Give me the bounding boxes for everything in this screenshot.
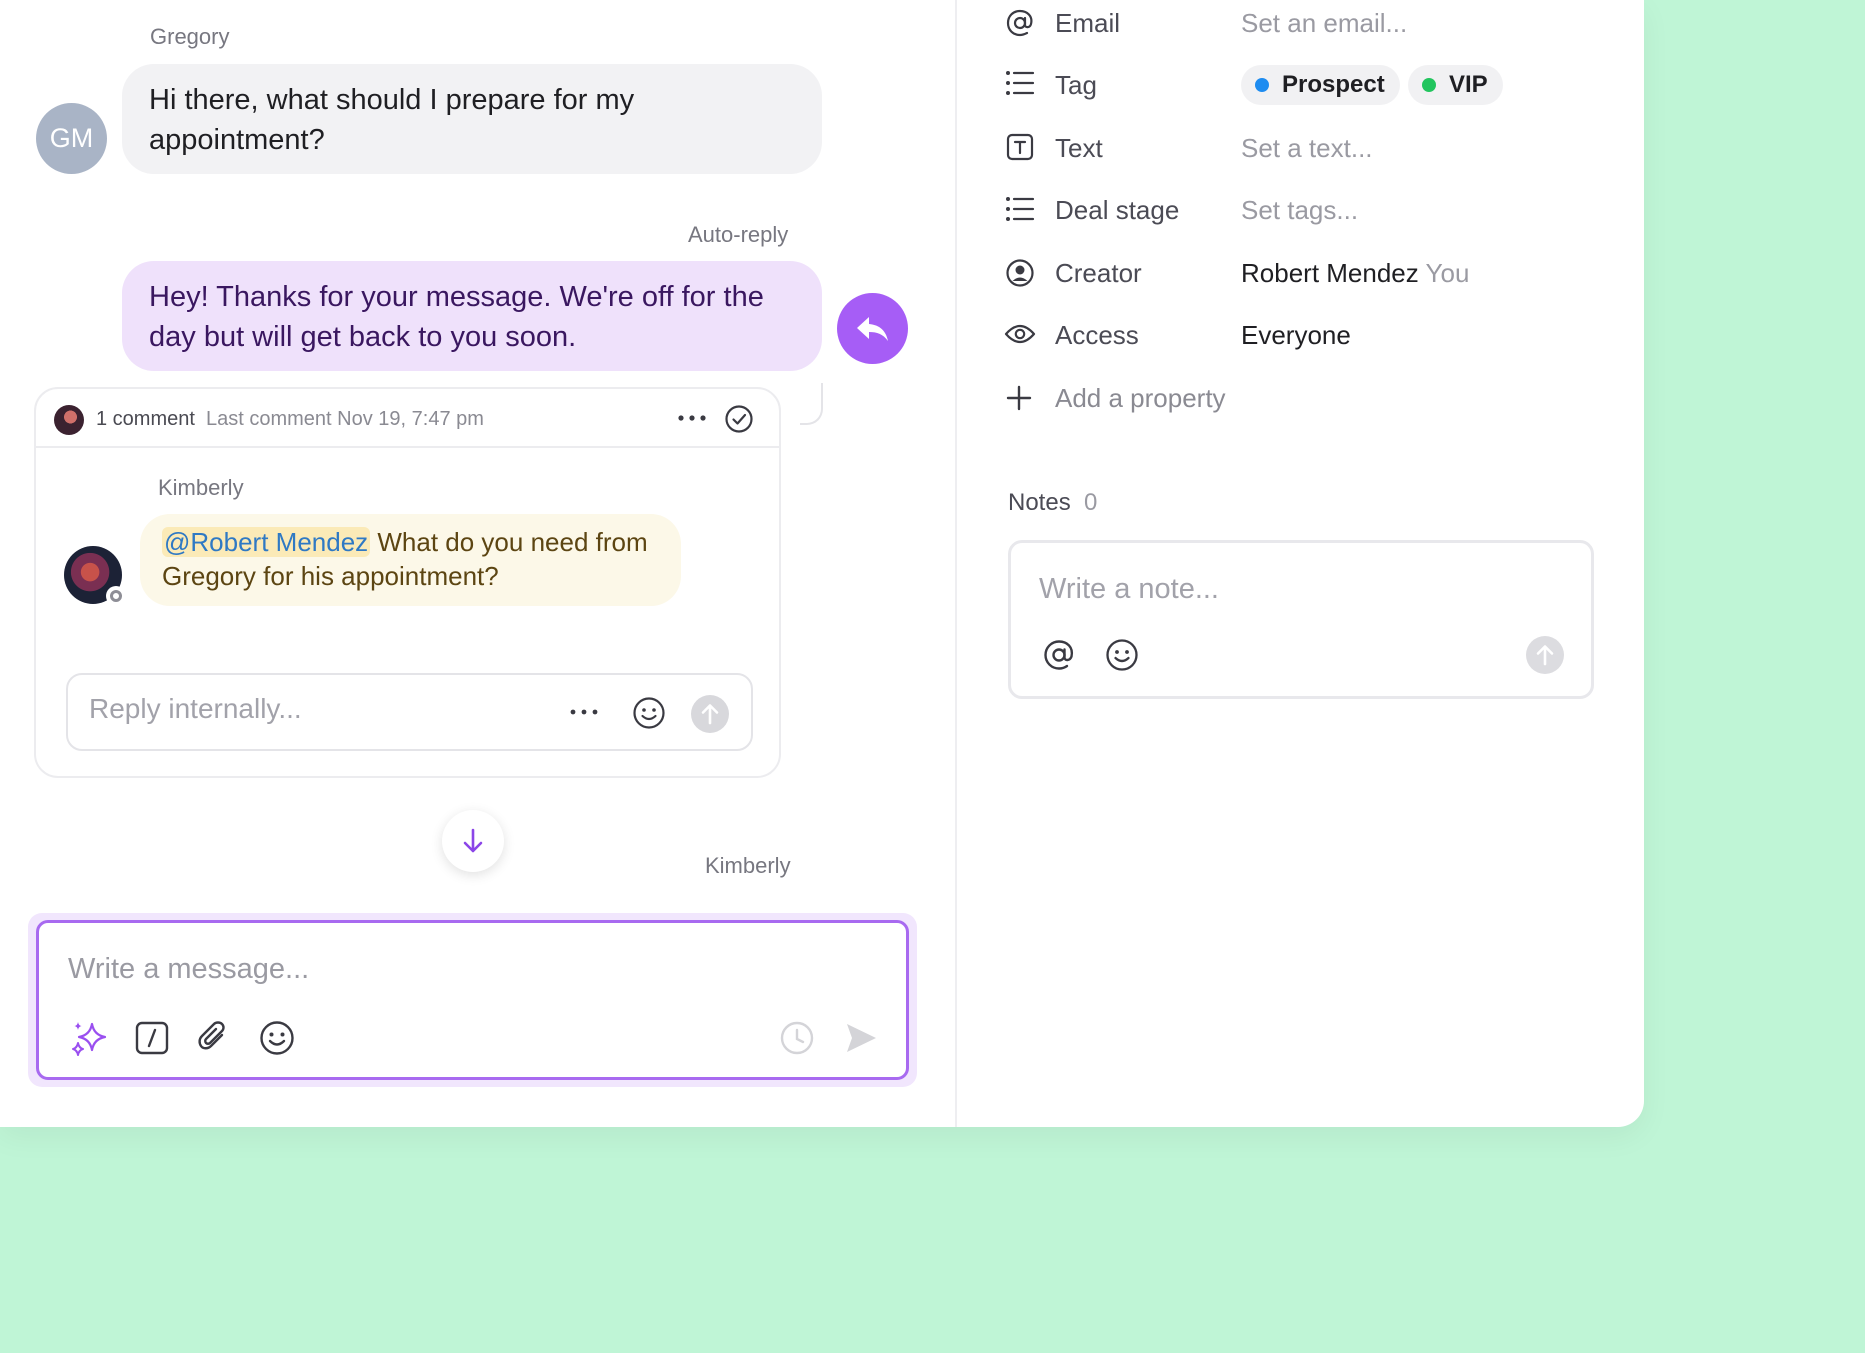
message-composer[interactable]: Write a message... xyxy=(36,920,909,1080)
list-icon xyxy=(1006,71,1035,95)
property-tag-label: Tag xyxy=(1055,70,1097,100)
eye-icon xyxy=(1004,324,1036,344)
property-deal-stage-label: Deal stage xyxy=(1055,195,1180,225)
property-access-label: Access xyxy=(1055,320,1139,350)
creator-value: Robert Mendez You xyxy=(1241,258,1469,289)
avatar xyxy=(54,405,84,435)
reply-more-button[interactable] xyxy=(569,702,599,722)
send-icon xyxy=(847,1024,876,1052)
tag-color-dot xyxy=(1422,78,1436,92)
property-text-label: Text xyxy=(1055,133,1103,163)
arrow-up-circle-icon xyxy=(1526,636,1564,674)
at-icon xyxy=(1044,640,1074,670)
emoji-icon xyxy=(260,1021,294,1055)
ai-assist-button[interactable] xyxy=(70,1019,110,1059)
property-tag-icon xyxy=(1005,70,1035,96)
comment-message: @Robert Mendez What do you need from Gre… xyxy=(140,514,681,606)
reply-placeholder: Reply internally... xyxy=(89,693,302,724)
notes-count: 0 xyxy=(1084,489,1098,516)
text-icon xyxy=(1006,133,1034,161)
email-field[interactable]: Set an email... xyxy=(1241,8,1407,39)
mention-robert-mendez[interactable]: @Robert Mendez xyxy=(162,527,371,557)
at-icon xyxy=(1006,9,1033,37)
property-email-label: Email xyxy=(1055,8,1121,38)
more-options-button[interactable] xyxy=(676,406,708,430)
reply-internally-input[interactable]: Reply internally... xyxy=(66,673,753,751)
more-horizontal-icon xyxy=(570,709,598,715)
comment-thread: 1 comment Last comment Nov 19, 7:47 pm K… xyxy=(34,387,781,778)
thread-header: 1 comment Last comment Nov 19, 7:47 pm xyxy=(36,389,779,448)
property-access-icon xyxy=(1004,322,1036,346)
last-comment-time: Last comment Nov 19, 7:47 pm xyxy=(206,408,484,430)
reply-emoji-button[interactable] xyxy=(632,696,666,730)
tag-label: VIP xyxy=(1449,71,1488,98)
status-indicator xyxy=(106,586,126,606)
plus-icon xyxy=(1006,385,1032,411)
reply-send-button[interactable] xyxy=(691,695,729,733)
note-mention-button[interactable] xyxy=(1042,638,1076,672)
composer-placeholder: Write a message... xyxy=(68,953,310,985)
avatar[interactable]: GM xyxy=(36,103,107,174)
resolve-button[interactable] xyxy=(724,404,754,434)
incoming-message: Hi there, what should I prepare for my a… xyxy=(122,64,822,174)
sender-name-gregory: Gregory xyxy=(150,24,230,49)
note-placeholder: Write a note... xyxy=(1039,573,1219,605)
add-property-button[interactable] xyxy=(1005,384,1033,412)
creator-name[interactable]: Robert Mendez xyxy=(1241,258,1419,288)
comment-count: 1 comment xyxy=(96,408,195,430)
auto-reply-message: Hey! Thanks for your message. We're off … xyxy=(122,261,822,371)
creator-you-badge: You xyxy=(1425,258,1470,288)
property-text-icon xyxy=(1006,133,1034,161)
note-input[interactable]: Write a note... xyxy=(1008,540,1594,699)
auto-reply-label: Auto-reply xyxy=(688,222,789,247)
tag-prospect[interactable]: Prospect xyxy=(1241,65,1400,105)
sparkles-icon xyxy=(72,1022,107,1056)
thread-connector xyxy=(800,383,823,425)
property-creator-icon xyxy=(1005,258,1035,288)
slash-command-button[interactable] xyxy=(135,1021,169,1055)
property-email-icon xyxy=(1005,8,1035,38)
deal-stage-field[interactable]: Set tags... xyxy=(1241,195,1358,226)
tag-color-dot xyxy=(1255,78,1269,92)
more-horizontal-icon xyxy=(678,415,706,421)
note-send-button[interactable] xyxy=(1526,636,1564,674)
tag-vip[interactable]: VIP xyxy=(1408,65,1503,105)
schedule-button[interactable] xyxy=(779,1020,815,1056)
reply-arrow-icon xyxy=(856,316,888,341)
notes-heading: Notes 0 xyxy=(1008,489,1097,517)
note-emoji-button[interactable] xyxy=(1105,638,1139,672)
notes-title: Notes xyxy=(1008,489,1071,516)
attach-button[interactable] xyxy=(197,1020,231,1056)
text-field[interactable]: Set a text... xyxy=(1241,133,1373,164)
clock-icon xyxy=(780,1021,814,1055)
user-circle-icon xyxy=(1006,259,1034,287)
send-button[interactable] xyxy=(844,1021,878,1055)
scroll-to-bottom-button[interactable] xyxy=(442,810,504,872)
arrow-up-circle-icon xyxy=(691,695,729,733)
access-value[interactable]: Everyone xyxy=(1241,320,1351,351)
typing-user-name: Kimberly xyxy=(705,853,791,878)
slash-command-icon xyxy=(135,1021,169,1055)
panel-divider xyxy=(955,0,957,1127)
auto-reply-button[interactable] xyxy=(837,293,908,364)
property-deal-stage-icon xyxy=(1005,196,1035,222)
emoji-icon xyxy=(1106,639,1138,671)
property-creator-label: Creator xyxy=(1055,258,1142,288)
emoji-button[interactable] xyxy=(259,1020,295,1056)
check-circle-icon xyxy=(725,405,753,433)
arrow-down-icon xyxy=(463,828,483,853)
list-icon xyxy=(1006,197,1035,221)
emoji-icon xyxy=(633,697,665,729)
comment-author: Kimberly xyxy=(158,475,244,500)
paperclip-icon xyxy=(198,1021,225,1050)
add-property-label[interactable]: Add a property xyxy=(1055,383,1226,414)
app-window: Gregory GM Hi there, what should I prepa… xyxy=(0,0,1644,1127)
tag-label: Prospect xyxy=(1282,71,1385,98)
